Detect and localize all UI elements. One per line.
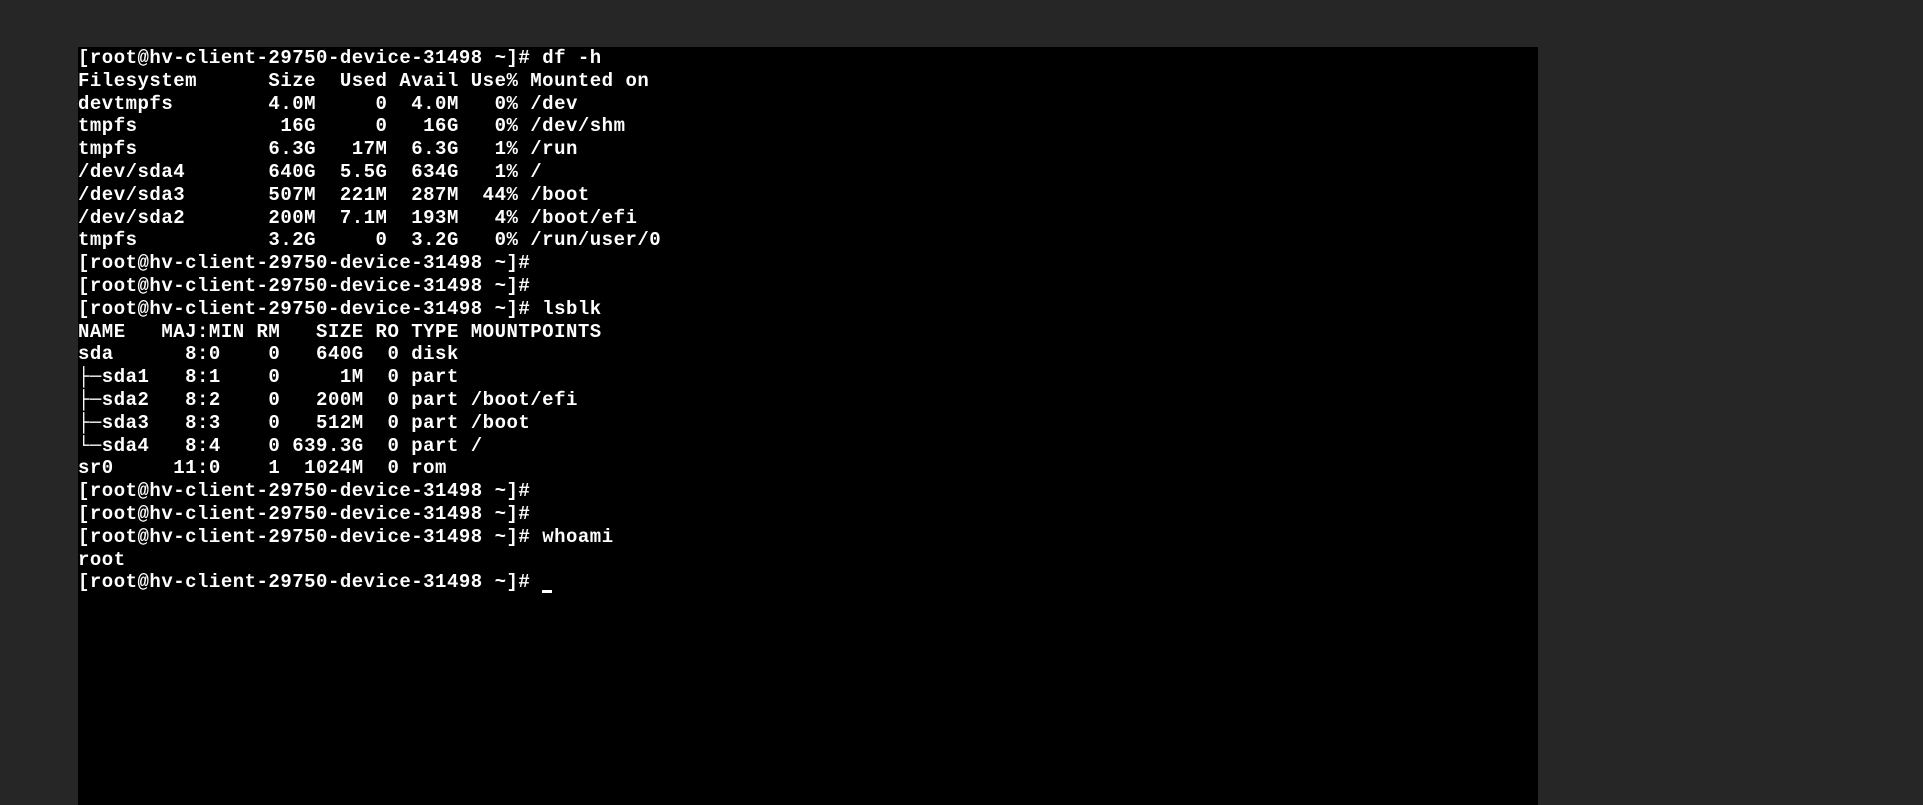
prompt: [root@hv-client-29750-device-31498 ~]# [78,571,530,593]
prompt: [root@hv-client-29750-device-31498 ~]# [78,252,530,274]
df-row: devtmpfs 4.0M 0 4.0M 0% /dev [78,93,578,115]
df-header: Filesystem Size Used Avail Use% Mounted … [78,70,649,92]
lsblk-row: sda 8:0 0 640G 0 disk [78,343,471,365]
df-row: /dev/sda3 507M 221M 287M 44% /boot [78,184,590,206]
prompt: [root@hv-client-29750-device-31498 ~]# [78,275,530,297]
prompt: [root@hv-client-29750-device-31498 ~]# [78,503,530,525]
whoami-output: root [78,549,126,571]
lsblk-row: sr0 11:0 1 1024M 0 rom [78,457,471,479]
lsblk-row: ├─sda1 8:1 0 1M 0 part [78,366,471,388]
cursor [542,590,552,593]
lsblk-row: ├─sda3 8:3 0 512M 0 part /boot [78,412,530,434]
df-row: tmpfs 3.2G 0 3.2G 0% /run/user/0 [78,229,661,251]
prompt: [root@hv-client-29750-device-31498 ~]# [78,526,530,548]
prompt: [root@hv-client-29750-device-31498 ~]# [78,480,530,502]
prompt: [root@hv-client-29750-device-31498 ~]# [78,298,530,320]
prompt: [root@hv-client-29750-device-31498 ~]# [78,47,530,69]
df-row: /dev/sda4 640G 5.5G 634G 1% / [78,161,542,183]
df-row: tmpfs 6.3G 17M 6.3G 1% /run [78,138,578,160]
command-whoami: whoami [542,526,613,548]
terminal-content: [root@hv-client-29750-device-31498 ~]# d… [78,47,1538,594]
df-row: tmpfs 16G 0 16G 0% /dev/shm [78,115,626,137]
command-df: df -h [542,47,602,69]
df-row: /dev/sda2 200M 7.1M 193M 4% /boot/efi [78,207,637,229]
lsblk-header: NAME MAJ:MIN RM SIZE RO TYPE MOUNTPOINTS [78,321,602,343]
lsblk-row: └─sda4 8:4 0 639.3G 0 part / [78,435,483,457]
terminal-window[interactable]: [root@hv-client-29750-device-31498 ~]# d… [78,47,1538,805]
lsblk-row: ├─sda2 8:2 0 200M 0 part /boot/efi [78,389,578,411]
command-lsblk: lsblk [542,298,602,320]
